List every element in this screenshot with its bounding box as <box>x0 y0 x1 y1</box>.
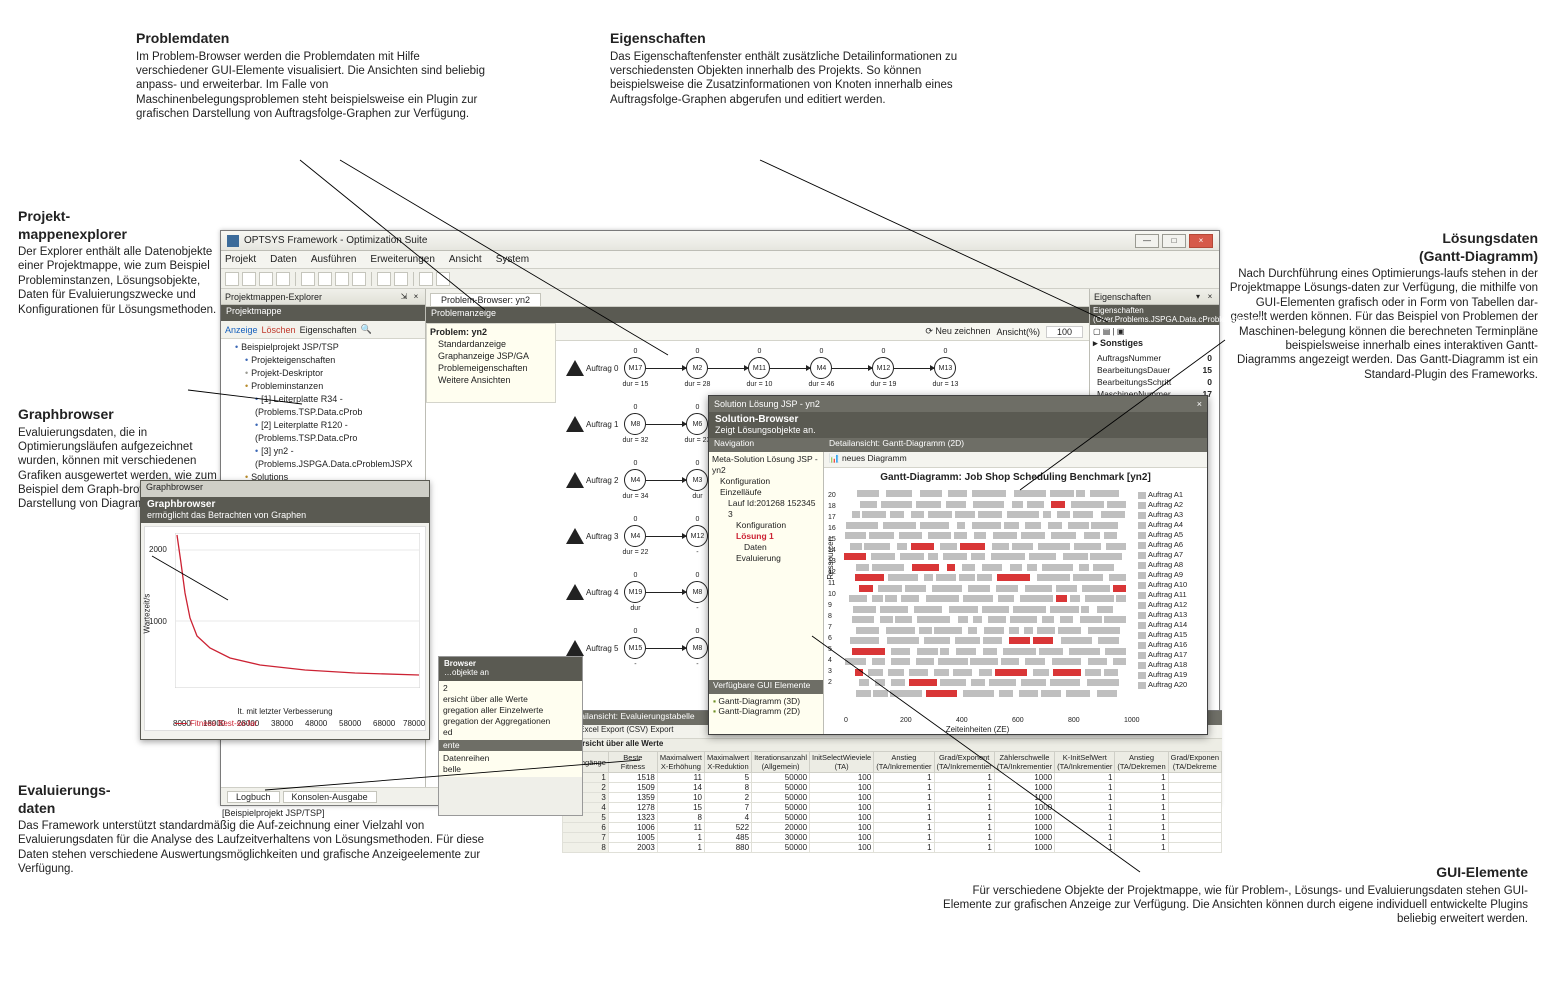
eval-side-browser[interactable]: Browser…objekte an 2ersicht über alle We… <box>438 656 583 816</box>
plot-svg <box>175 533 420 688</box>
graphbrowser-window[interactable]: Graphbrowser Graphbrowserermöglicht das … <box>140 480 430 740</box>
menu-item[interactable]: System <box>496 254 529 265</box>
eigenschaften-button[interactable]: Eigenschaften <box>300 325 357 335</box>
tb-icon[interactable] <box>436 272 450 286</box>
minimize-button[interactable]: — <box>1135 234 1159 248</box>
close-button[interactable]: × <box>1189 234 1213 248</box>
app-icon <box>227 235 239 247</box>
dropdown-icon[interactable]: ▾ <box>1193 292 1203 302</box>
pin-icon[interactable]: ⇲ <box>399 292 409 302</box>
tb-icon[interactable] <box>276 272 290 286</box>
menubar: Projekt Daten Ausführen Erweiterungen An… <box>221 251 1219 269</box>
ann-explorer: Projekt- mappenexplorerDer Explorer enth… <box>18 208 218 317</box>
redraw-button[interactable]: ⟳ Neu zeichnen <box>925 326 990 337</box>
props-paneltitle: Eigenschaften▾× <box>1090 289 1219 305</box>
search-icon[interactable]: 🔍 <box>361 324 372 335</box>
ann-problemdaten: ProblemdatenIm Problem-Browser werden di… <box>136 30 486 121</box>
gantt-legend: Auftrag A1Auftrag A2Auftrag A3Auftrag A4… <box>1138 490 1204 690</box>
maximize-button[interactable]: □ <box>1162 234 1186 248</box>
ann-guielemente: GUI-ElementeFür verschiedene Objekte der… <box>938 864 1528 927</box>
gantt-chart[interactable]: Gantt-Diagramm: Job Shop Scheduling Benc… <box>824 468 1207 734</box>
gb-frame-title[interactable]: Graphbrowser <box>141 481 429 497</box>
menu-item[interactable]: Erweiterungen <box>370 254 434 265</box>
sol-frame-title[interactable]: Solution Lösung JSP - yn2× <box>709 396 1207 412</box>
menu-item[interactable]: Projekt <box>225 254 256 265</box>
tab-problem-browser[interactable]: Problem-Browser: yn2 <box>430 293 541 306</box>
titlebar[interactable]: OPTSYS Framework - Optimization Suite — … <box>221 231 1219 251</box>
new-diagram-button[interactable]: neues Diagramm <box>842 453 907 463</box>
eval-table[interactable]: DurchgängeBeste FitnessMaximalwert X-Erh… <box>562 751 1222 853</box>
close-icon[interactable]: × <box>1205 292 1215 302</box>
zoom-input[interactable]: 100 <box>1046 326 1083 338</box>
gb-header: Graphbrowserermöglicht das Betrachten vo… <box>141 497 429 523</box>
tb-icon[interactable] <box>377 272 391 286</box>
props-table[interactable]: AuftragsNummer0BearbeitungsDauer15Bearbe… <box>1093 351 1216 401</box>
tb-icon[interactable] <box>259 272 273 286</box>
ann-loesungsdaten: Lösungsdaten (Gantt-Diagramm)Nach Durchf… <box>1228 230 1538 382</box>
tb-icon[interactable] <box>352 272 366 286</box>
gb-plot: 2000 1000 Wartezeit/s 800018000280003800… <box>144 526 426 731</box>
close-icon[interactable]: × <box>411 292 421 302</box>
status-project: [Beispielprojekt JSP/TSP] <box>222 808 325 818</box>
menu-item[interactable]: Ausführen <box>311 254 357 265</box>
menu-item[interactable]: Daten <box>270 254 297 265</box>
view-selector[interactable]: Problem: yn2 StandardanzeigeGraphanzeige… <box>426 323 556 403</box>
toolbar <box>221 269 1219 289</box>
explorer-toolbar: Anzeige Löschen Eigenschaften 🔍 <box>221 321 425 339</box>
solution-browser-window[interactable]: Solution Lösung JSP - yn2× Solution-Brow… <box>708 395 1208 735</box>
app-title: OPTSYS Framework - Optimization Suite <box>244 235 427 246</box>
tb-icon[interactable] <box>301 272 315 286</box>
tb-icon[interactable] <box>242 272 256 286</box>
problem-strip: Problemanzeige <box>426 307 1089 323</box>
menu-item[interactable]: Ansicht <box>449 254 482 265</box>
sol-toolbar: 📊 neues Diagramm <box>824 452 1207 468</box>
ann-eigenschaften: EigenschaftenDas Eigenschaftenfenster en… <box>610 30 980 107</box>
tb-icon[interactable] <box>419 272 433 286</box>
tb-icon[interactable] <box>225 272 239 286</box>
explorer-strip: Projektmappe <box>221 305 425 321</box>
sol-gui-list[interactable]: Gantt-Diagramm (3D)Gantt-Diagramm (2D) <box>709 694 823 734</box>
status-tab[interactable]: Logbuch <box>227 791 280 803</box>
tb-icon[interactable] <box>335 272 349 286</box>
tb-icon[interactable] <box>318 272 332 286</box>
tb-icon[interactable] <box>394 272 408 286</box>
explorer-paneltitle: Projektmappen-Explorer⇲× <box>221 289 425 305</box>
zoom-label: Ansicht(%) <box>996 327 1040 337</box>
sol-header: Solution-BrowserZeigt Lösungsobjekte an. <box>709 412 1207 438</box>
status-tab[interactable]: Konsolen-Ausgabe <box>283 791 377 803</box>
loeschen-button[interactable]: Löschen <box>262 325 296 335</box>
anzeige-button[interactable]: Anzeige <box>225 325 258 335</box>
close-icon[interactable]: × <box>1197 399 1202 409</box>
tabrow: Problem-Browser: yn2 <box>426 289 1089 307</box>
sol-nav-tree[interactable]: Meta-Solution Lösung JSP - yn2 Konfigura… <box>709 452 823 680</box>
